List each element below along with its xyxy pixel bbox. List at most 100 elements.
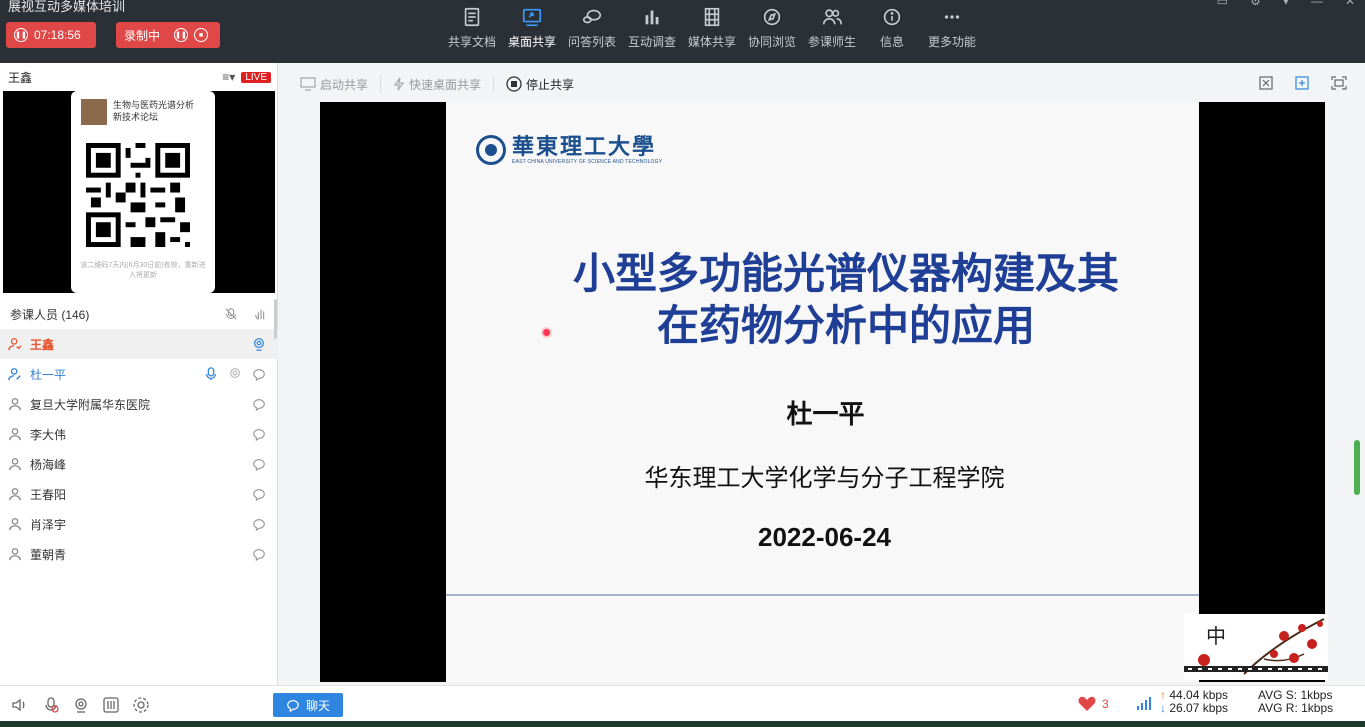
participant-name: 王春阳 bbox=[30, 487, 67, 502]
chat-bubble-icon[interactable] bbox=[252, 517, 266, 531]
compass-icon bbox=[763, 8, 781, 26]
participant-row[interactable]: 王春阳 bbox=[0, 479, 278, 509]
webcam-icon[interactable] bbox=[72, 696, 90, 714]
laser-pointer-icon bbox=[541, 327, 552, 338]
user-icon bbox=[9, 548, 21, 561]
participants-scrollbar[interactable] bbox=[274, 299, 277, 339]
tool-participants[interactable]: 参课师生 bbox=[802, 4, 862, 56]
camera-icon[interactable] bbox=[228, 367, 242, 381]
tool-qa-list[interactable]: 问答列表 bbox=[562, 4, 622, 56]
tool-more[interactable]: 更多功能 bbox=[922, 4, 982, 56]
fit-screen-icon[interactable] bbox=[1259, 76, 1273, 90]
participant-row[interactable]: 肖泽宇 bbox=[0, 509, 278, 539]
recording-button[interactable]: 录制中 ❚❚ ■ bbox=[116, 22, 220, 48]
stop-share-button[interactable]: 停止共享 bbox=[494, 76, 586, 93]
menu-icon[interactable]: ▾ bbox=[1283, 0, 1289, 8]
tool-desktop-share[interactable]: 桌面共享 bbox=[502, 4, 562, 56]
presentation-slide: 華東理工大學 EAST CHINA UNIVERSITY OF SCIENCE … bbox=[446, 102, 1199, 682]
people-icon bbox=[822, 9, 842, 25]
user-icon bbox=[9, 458, 21, 471]
participant-name: 李大伟 bbox=[30, 427, 67, 442]
speaker-icon[interactable] bbox=[10, 696, 28, 714]
tool-label: 桌面共享 bbox=[507, 35, 556, 49]
chat-bubble-icon[interactable] bbox=[252, 457, 266, 471]
pause-recording-icon[interactable]: ❚❚ bbox=[174, 28, 189, 42]
stop-share-label: 停止共享 bbox=[526, 77, 575, 92]
qr-card-title-2: 新技术论坛 bbox=[113, 112, 159, 122]
participant-name: 王鑫 bbox=[30, 337, 55, 352]
actual-size-icon[interactable] bbox=[1295, 76, 1309, 90]
tool-media-share[interactable]: 媒体共享 bbox=[682, 4, 742, 56]
close-icon[interactable]: ✕ bbox=[1345, 0, 1355, 8]
microphone-icon[interactable] bbox=[204, 367, 218, 381]
chat-bubble-icon[interactable] bbox=[252, 547, 266, 561]
presenter-video[interactable]: 生物与医药光谱分析 新技术论坛 该二维码7天内(6月30日前)有效，重新进入将更… bbox=[3, 91, 275, 293]
decorative-image: 中 bbox=[1184, 614, 1328, 680]
quick-share-label: 快速桌面共享 bbox=[409, 77, 482, 92]
pause-icon: ❚❚ bbox=[14, 28, 28, 42]
chat-icon bbox=[287, 700, 299, 712]
list-menu-icon[interactable]: ≡▾ bbox=[222, 70, 235, 84]
participant-name: 董朝青 bbox=[30, 547, 67, 562]
raise-hand-icon[interactable] bbox=[254, 307, 268, 321]
participant-row[interactable]: 杨海峰 bbox=[0, 449, 278, 479]
participant-row[interactable]: 董朝青 bbox=[0, 539, 278, 569]
participant-row[interactable]: 复旦大学附属华东医院 bbox=[0, 389, 278, 419]
tool-share-document[interactable]: 共享文档 bbox=[442, 4, 502, 56]
microphone-muted-icon[interactable] bbox=[42, 696, 60, 714]
participant-row[interactable]: 王鑫 bbox=[0, 329, 278, 359]
audio-mixer-icon[interactable] bbox=[102, 696, 120, 714]
upload-rate: 44.04 kbps bbox=[1169, 688, 1229, 702]
info-icon bbox=[883, 8, 901, 26]
download-rate: 26.07 kbps bbox=[1169, 701, 1229, 715]
tool-co-browse[interactable]: 协同浏览 bbox=[742, 4, 802, 56]
mute-all-icon[interactable] bbox=[224, 307, 238, 321]
tool-label: 共享文档 bbox=[447, 35, 496, 49]
chat-bubble-icon[interactable] bbox=[252, 397, 266, 411]
view-controls bbox=[1259, 76, 1347, 90]
participant-row[interactable]: 李大伟 bbox=[0, 419, 278, 449]
chat-label: 聊天 bbox=[305, 698, 330, 713]
likes-counter[interactable]: 3 bbox=[1078, 696, 1109, 712]
more-icon bbox=[944, 15, 960, 19]
qr-card-title-1: 生物与医药光谱分析 bbox=[113, 100, 195, 110]
user-icon bbox=[9, 398, 21, 411]
tool-label: 更多功能 bbox=[927, 35, 976, 49]
university-name-en: EAST CHINA UNIVERSITY OF SCIENCE AND TEC… bbox=[512, 159, 663, 165]
university-seal-icon bbox=[476, 135, 506, 165]
participant-row[interactable]: 杜一平 bbox=[0, 359, 278, 389]
tool-survey[interactable]: 互动调查 bbox=[622, 4, 682, 56]
lightning-icon bbox=[393, 77, 405, 91]
tool-info[interactable]: 信息 bbox=[862, 4, 922, 56]
tool-label: 信息 bbox=[879, 35, 904, 49]
settings-gear-icon[interactable] bbox=[132, 696, 150, 714]
start-share-label: 启动共享 bbox=[320, 77, 369, 92]
signal-strength-icon bbox=[1137, 697, 1151, 710]
presenter-header: 王鑫 ≡▾ LIVE bbox=[0, 63, 277, 91]
university-logo: 華東理工大學 EAST CHINA UNIVERSITY OF SCIENCE … bbox=[476, 135, 662, 165]
slide-date: 2022-06-24 bbox=[758, 522, 891, 552]
chat-bubble-icon[interactable] bbox=[252, 367, 266, 381]
quick-share-button[interactable]: 快速桌面共享 bbox=[381, 76, 493, 93]
upload-arrow-icon: ↑ bbox=[1160, 688, 1166, 702]
slide-title: 小型多功能光谱仪器构建及其 在药物分析中的应用 bbox=[536, 248, 1156, 352]
fullscreen-icon[interactable] bbox=[1331, 76, 1347, 90]
settings-icon[interactable]: ⚙ bbox=[1250, 0, 1261, 8]
camera-on-icon[interactable] bbox=[252, 337, 266, 351]
chat-bubble-icon[interactable] bbox=[252, 427, 266, 441]
bottom-bar: 聊天 3 ↑ 44.04 kbps ↓ 26.07 kbps AVG S: 1k… bbox=[0, 685, 1365, 721]
document-icon bbox=[464, 7, 480, 27]
desktop-share-icon bbox=[522, 8, 542, 27]
minimize-icon[interactable]: — bbox=[1311, 0, 1323, 8]
start-share-button[interactable]: 启动共享 bbox=[288, 76, 380, 93]
window-controls: ▭ ⚙ ▾ — ✕ bbox=[1217, 0, 1355, 8]
volume-indicator[interactable] bbox=[1354, 440, 1360, 495]
stop-recording-icon[interactable]: ■ bbox=[194, 28, 209, 42]
slide-divider bbox=[446, 594, 1199, 596]
top-bar: 展视互动多媒体培训 ❚❚ 07:18:56 录制中 ❚❚ ■ 共享文档 桌面共享… bbox=[0, 0, 1365, 63]
chat-bubble-icon[interactable] bbox=[252, 487, 266, 501]
recording-label: 录制中 bbox=[124, 28, 161, 43]
university-name-cn: 華東理工大學 bbox=[512, 134, 657, 160]
screenshot-icon[interactable]: ▭ bbox=[1217, 0, 1228, 8]
chat-button[interactable]: 聊天 bbox=[273, 693, 343, 717]
